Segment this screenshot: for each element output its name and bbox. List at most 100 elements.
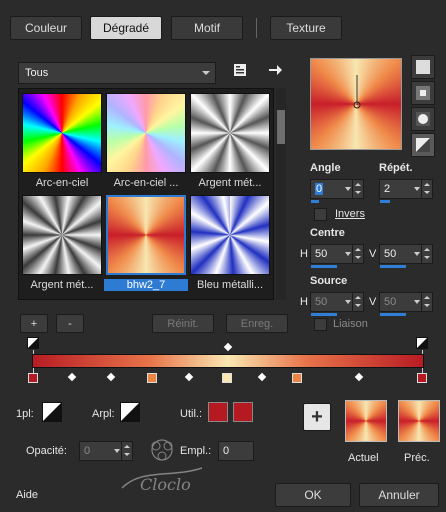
arrow-right-icon[interactable] <box>267 62 283 78</box>
repeat-field[interactable]: 2 <box>379 179 433 199</box>
centre-v-value: 50 <box>384 248 397 260</box>
add-gradient-button[interactable]: + <box>20 314 48 333</box>
tab-texture[interactable]: Texture <box>270 16 342 40</box>
chevron-down-icon <box>202 71 210 75</box>
angle-label: Angle <box>310 162 341 174</box>
thumbnail-label: Argent mét... <box>198 177 262 189</box>
style-radial-icon[interactable] <box>411 107 435 131</box>
gradient-bar[interactable] <box>32 354 424 368</box>
ok-button[interactable]: OK <box>275 483 351 507</box>
source-h-slider[interactable] <box>311 313 337 316</box>
chevron-down-icon[interactable] <box>414 252 420 256</box>
remove-gradient-button[interactable]: - <box>56 314 84 333</box>
centre-v-field[interactable]: 50 <box>379 244 433 264</box>
gradient-preview[interactable] <box>310 58 402 150</box>
gradient-options-icon[interactable] <box>232 62 248 78</box>
repeat-slider[interactable] <box>380 200 390 203</box>
opacity-stop-left[interactable] <box>27 337 39 349</box>
color-stop[interactable] <box>417 373 427 383</box>
util-label: Util.: <box>180 408 202 420</box>
spinner-arrows[interactable] <box>352 180 363 198</box>
style-sunburst-icon[interactable] <box>411 133 435 157</box>
category-select-value: Tous <box>25 67 49 79</box>
spinner-arrows[interactable] <box>421 245 432 263</box>
invert-checkbox[interactable] <box>314 208 327 221</box>
thumbnail-arc-en-ciel[interactable] <box>22 93 102 173</box>
tab-separator <box>256 18 257 38</box>
thumbnail-label: Argent mét... <box>30 279 94 291</box>
centre-h-value: 50 <box>315 248 328 260</box>
repeat-value: 2 <box>384 183 391 195</box>
spinner-arrows[interactable] <box>421 293 432 311</box>
color-midpoint[interactable] <box>184 372 194 382</box>
tab-degrade[interactable]: Dégradé <box>90 16 162 40</box>
source-v-field[interactable]: 50 <box>379 292 433 312</box>
color-stop[interactable] <box>28 373 38 383</box>
gradient-library: Arc-en-ciel Arc-en-ciel ... Argent mét..… <box>18 88 274 300</box>
source-h-field[interactable]: 50 <box>310 292 364 312</box>
previous-swatch[interactable] <box>398 400 440 442</box>
current-swatch[interactable] <box>345 400 387 442</box>
centre-label: Centre <box>310 227 345 239</box>
add-swatch-button[interactable]: + <box>303 403 331 431</box>
color-midpoint[interactable] <box>106 372 116 382</box>
chevron-down-icon[interactable] <box>345 187 351 191</box>
color-midpoint[interactable] <box>67 372 77 382</box>
util-color-swatch[interactable] <box>208 402 228 422</box>
angle-value: 0 <box>315 183 324 195</box>
reset-button[interactable]: Réinit. <box>152 314 214 333</box>
thumbnail-argent-metallique-2[interactable] <box>22 195 102 275</box>
chevron-down-icon[interactable] <box>414 187 420 191</box>
library-scrollbar[interactable] <box>276 88 286 300</box>
thumbnail-label: Arc-en-ciel <box>35 177 89 189</box>
thumbnail-arc-en-ciel-pastel[interactable] <box>106 93 186 173</box>
opacity-stop-right[interactable] <box>416 337 428 349</box>
source-v-value: 50 <box>384 296 397 308</box>
spinner-arrows[interactable] <box>421 180 432 198</box>
thumbnail-label-selected: bhw2_7 <box>104 279 188 291</box>
save-button[interactable]: Enreg. <box>226 314 288 333</box>
scrollbar-thumb[interactable] <box>277 110 285 144</box>
tab-motif[interactable]: Motif <box>171 16 243 40</box>
color-midpoint[interactable] <box>257 372 267 382</box>
centre-h-field[interactable]: 50 <box>310 244 364 264</box>
source-v-label: V <box>369 296 377 308</box>
source-h-label: H <box>300 296 308 308</box>
svg-text:Cloclo: Cloclo <box>140 475 191 494</box>
source-v-slider[interactable] <box>380 313 406 316</box>
help-link[interactable]: Aide <box>16 489 38 501</box>
util-color-swatch-2[interactable] <box>233 402 253 422</box>
chevron-down-icon[interactable] <box>345 300 351 304</box>
style-linear-icon[interactable] <box>411 55 435 79</box>
foreground-fill-icon[interactable] <box>42 402 62 422</box>
chevron-down-icon[interactable] <box>414 300 420 304</box>
opacity-value: 0 <box>84 445 91 457</box>
link-label: Liaison <box>333 318 368 330</box>
spinner-arrows[interactable] <box>352 293 363 311</box>
centre-h-slider[interactable] <box>311 265 337 268</box>
thumbnail-label: Bleu métalli... <box>196 279 264 291</box>
spinner-arrows[interactable] <box>352 245 363 263</box>
link-checkbox[interactable] <box>314 318 327 331</box>
centre-v-label: V <box>369 248 377 260</box>
style-rectangular-icon[interactable] <box>411 81 435 105</box>
tab-couleur[interactable]: Couleur <box>10 16 82 40</box>
angle-slider[interactable] <box>311 200 319 203</box>
chevron-down-icon[interactable] <box>345 252 351 256</box>
color-stop[interactable] <box>292 373 302 383</box>
centre-v-slider[interactable] <box>380 265 406 268</box>
thumbnail-bleu-metallique[interactable] <box>190 195 270 275</box>
empl-field[interactable]: 0 <box>218 441 254 461</box>
cancel-button[interactable]: Annuler <box>359 483 439 507</box>
category-select[interactable]: Tous <box>18 62 216 84</box>
color-midpoint[interactable] <box>354 372 364 382</box>
source-h-value: 50 <box>315 296 328 308</box>
invert-label: Invers <box>335 208 365 220</box>
thumbnail-bhw2-7[interactable] <box>106 195 186 275</box>
color-stop[interactable] <box>222 373 232 383</box>
background-fill-icon[interactable] <box>120 402 140 422</box>
color-stop[interactable] <box>147 373 157 383</box>
angle-field[interactable]: 0 <box>310 179 364 199</box>
thumbnail-argent-metallique[interactable] <box>190 93 270 173</box>
opacity-midpoint[interactable] <box>223 342 233 352</box>
